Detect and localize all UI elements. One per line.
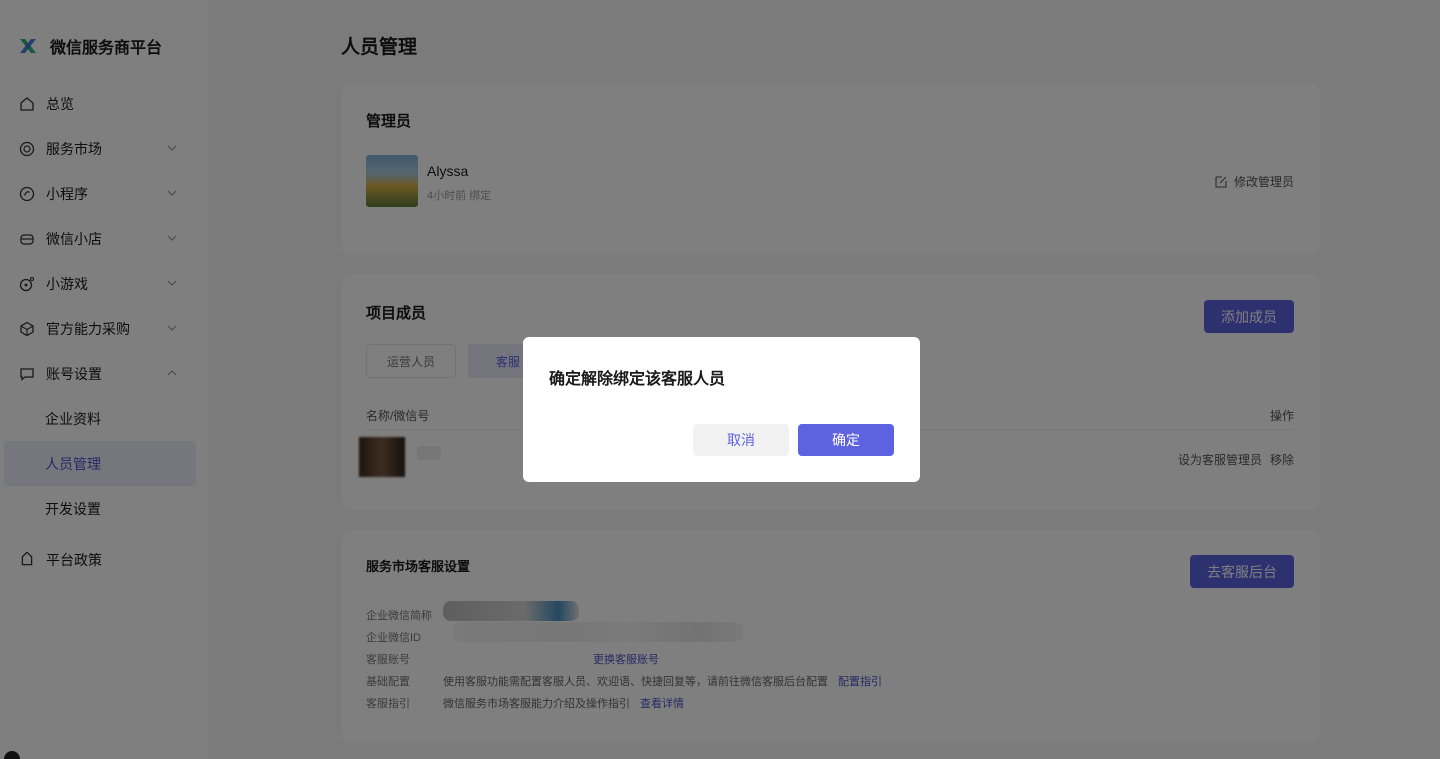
cancel-button[interactable]: 取消: [693, 424, 789, 456]
confirm-dialog: 确定解除绑定该客服人员 取消 确定: [523, 337, 920, 482]
confirm-button[interactable]: 确定: [798, 424, 894, 456]
dialog-title: 确定解除绑定该客服人员: [549, 371, 726, 388]
